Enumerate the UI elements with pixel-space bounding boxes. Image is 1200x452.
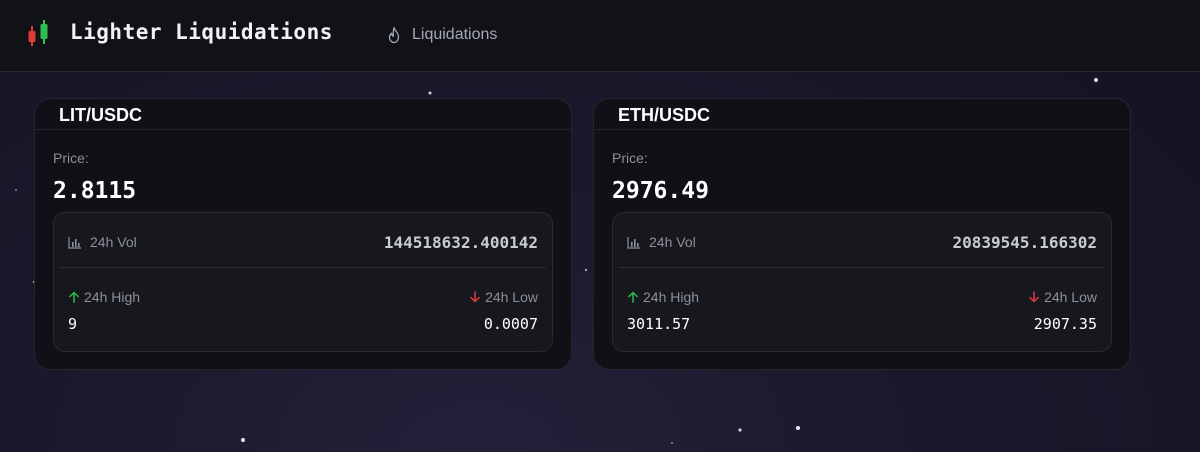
nav-liquidations-label: Liquidations <box>412 26 498 43</box>
stats-panel: 24h Vol 20839545.166302 24h High 24h Low… <box>612 212 1112 352</box>
top-navbar: Lighter Liquidations Liquidations <box>0 0 1200 72</box>
card-header: LIT/USDC <box>35 99 571 130</box>
volume-label: 24h Vol <box>627 234 696 250</box>
market-card-eth-usdc[interactable]: ETH/USDC Price: 2976.49 24h Vol 20839545… <box>593 98 1131 370</box>
high-label-text: 24h High <box>84 289 141 305</box>
price-value: 2976.49 <box>612 178 709 204</box>
card-header: ETH/USDC <box>594 99 1130 130</box>
low-label-text: 24h Low <box>1044 289 1097 305</box>
bar-chart-icon <box>627 236 640 249</box>
pair-name: ETH/USDC <box>618 105 711 125</box>
high-label: 24h High <box>68 289 140 305</box>
price-label: Price: <box>53 150 89 166</box>
nav-liquidations-link[interactable]: Liquidations <box>386 24 497 46</box>
divider <box>619 267 1105 268</box>
arrow-up-icon <box>69 291 79 303</box>
arrow-down-icon <box>1029 291 1039 303</box>
high-label-text: 24h High <box>643 289 700 305</box>
low-value: 2907.35 <box>1033 315 1097 333</box>
volume-row: 24h Vol 20839545.166302 <box>627 231 1097 253</box>
divider <box>60 267 546 268</box>
app-title[interactable]: Lighter Liquidations <box>70 20 333 44</box>
volume-label-text: 24h Vol <box>649 234 696 250</box>
low-label-text: 24h Low <box>485 289 538 305</box>
stats-panel: 24h Vol 144518632.400142 24h High 24h Lo… <box>53 212 553 352</box>
price-value: 2.8115 <box>53 178 137 204</box>
volume-row: 24h Vol 144518632.400142 <box>68 231 538 253</box>
high-label: 24h High <box>627 289 699 305</box>
flame-icon <box>388 26 400 44</box>
high-value: 9 <box>68 315 78 333</box>
price-label: Price: <box>612 150 648 166</box>
arrow-down-icon <box>470 291 480 303</box>
bar-chart-icon <box>68 236 81 249</box>
low-label: 24h Low <box>469 289 538 305</box>
volume-label-text: 24h Vol <box>90 234 137 250</box>
high-value: 3011.57 <box>627 315 691 333</box>
low-label: 24h Low <box>1028 289 1097 305</box>
volume-value: 20839545.166302 <box>952 232 1098 252</box>
volume-value: 144518632.400142 <box>383 232 538 252</box>
candlestick-icon[interactable] <box>24 18 52 50</box>
low-value: 0.0007 <box>483 315 538 333</box>
pair-name: LIT/USDC <box>59 105 142 125</box>
market-card-lit-usdc[interactable]: LIT/USDC Price: 2.8115 24h Vol 144518632… <box>34 98 572 370</box>
arrow-up-icon <box>628 291 638 303</box>
volume-label: 24h Vol <box>68 234 137 250</box>
